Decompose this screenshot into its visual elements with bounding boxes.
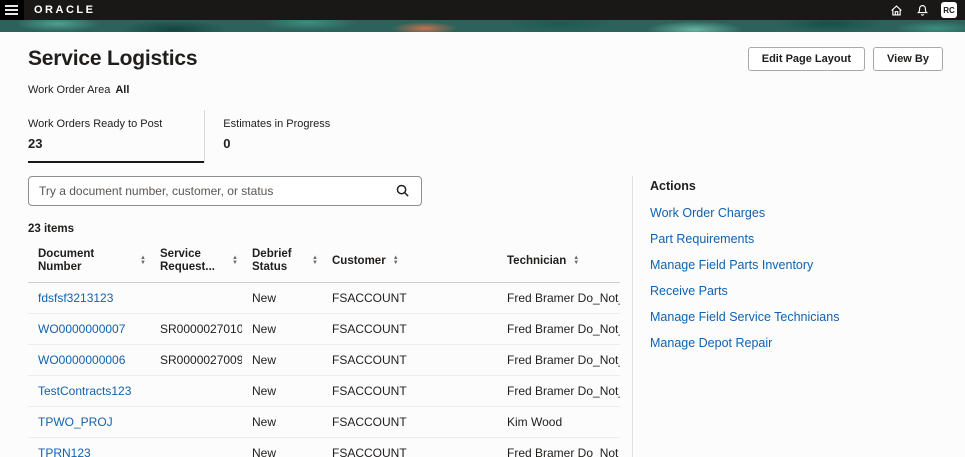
filter-label: Work Order Area: [28, 84, 111, 96]
page-title: Service Logistics: [28, 47, 198, 70]
cell-debrief_status: New: [252, 353, 277, 368]
work-order-area-filter[interactable]: Work Order Area All: [28, 84, 129, 96]
cell-document_number[interactable]: fdsfsf3213123: [28, 291, 150, 305]
search-input[interactable]: [39, 184, 395, 198]
sort-icon[interactable]: ▲ ▼: [140, 255, 146, 266]
tab-value: 23: [28, 136, 43, 151]
table-row: WO0000000007 SR0000027010 New FSACCOUNT Fred…: [28, 314, 620, 346]
column-header-label: Service Request...: [160, 248, 215, 274]
column-header-debrief_status[interactable]: Debrief Status ▲ ▼: [242, 248, 322, 274]
actions-list: Work Order Charges Part Requirements Manag…: [650, 206, 839, 362]
action-link[interactable]: Part Requirements: [650, 232, 839, 246]
cell-customer: FSACCOUNT: [332, 322, 407, 337]
cell-technician: Fred Bramer Do_Not_Use: [507, 291, 620, 306]
home-icon[interactable]: [889, 3, 903, 17]
table-row: TPWO_PROJ New FSACCOUNT Kim Wood: [28, 407, 620, 439]
sort-icon[interactable]: ▲ ▼: [393, 255, 399, 266]
search-box: [28, 176, 422, 206]
hamburger-menu-icon[interactable]: [0, 0, 24, 20]
column-header-label: Customer: [332, 254, 386, 267]
view-by-button[interactable]: View By: [873, 47, 943, 71]
work-orders-panel: 23 items Document Number▲▼Service Reques…: [28, 176, 633, 457]
sort-icon[interactable]: ▲ ▼: [232, 255, 238, 266]
cell-service_request: SR0000027010: [160, 322, 242, 337]
column-header-label: Debrief Status: [252, 248, 292, 274]
user-avatar[interactable]: RC: [941, 2, 957, 18]
top-bar: ORACLE RC: [0, 0, 965, 20]
cell-customer: FSACCOUNT: [332, 384, 407, 399]
cell-document_number[interactable]: WO0000000006: [28, 353, 150, 367]
cell-customer: FSACCOUNT: [332, 353, 407, 368]
work-orders-table: Document Number ▲ ▼ Service Request... ▲ ▼ Deb…: [28, 244, 620, 457]
action-link[interactable]: Manage Field Parts Inventory: [650, 258, 839, 272]
cell-technician: Fred Bramer Do_Not_Use: [507, 322, 620, 337]
column-header-label: Technician: [507, 254, 567, 267]
cell-customer: FSACCOUNT: [332, 415, 407, 430]
column-header-service_request[interactable]: Service Request... ▲ ▼: [150, 248, 242, 274]
tab-label: Estimates in Progress: [223, 118, 331, 130]
cell-document_number[interactable]: WO0000000007: [28, 322, 150, 336]
cell-technician: Kim Wood: [507, 415, 563, 430]
column-header-customer[interactable]: Customer ▲ ▼: [322, 248, 497, 274]
cell-document_number[interactable]: TestContracts123: [28, 384, 150, 398]
cell-debrief_status: New: [252, 446, 277, 457]
sort-icon[interactable]: ▲ ▼: [573, 255, 579, 266]
table-body: fdsfsf3213123 New FSACCOUNT Fred Bramer Do_…: [28, 283, 620, 457]
cell-technician: Fred Bramer Do_Not_Use: [507, 446, 620, 457]
cell-technician: Fred Bramer Do_Not_Use: [507, 384, 620, 399]
filter-value: All: [115, 84, 130, 96]
table-header-row: Document Number ▲ ▼ Service Request... ▲ ▼ Deb…: [28, 244, 620, 284]
tab-estimates-in-progress[interactable]: Estimates in Progress 0: [204, 110, 350, 163]
oracle-logo: ORACLE: [34, 4, 96, 16]
tab-work-orders-ready-to-post[interactable]: Work Orders Ready to Post 23: [28, 110, 205, 163]
table-row: TPRN123 New FSACCOUNT Fred Bramer Do_Not_Us…: [28, 438, 620, 457]
table-row: WO0000000006 SR0000027009 New FSACCOUNT Fred…: [28, 345, 620, 377]
action-link[interactable]: Work Order Charges: [650, 206, 839, 220]
cell-technician: Fred Bramer Do_Not_Use: [507, 353, 620, 368]
actions-panel: Actions Work Order Charges Part Requireme…: [633, 176, 839, 457]
column-header-document_number[interactable]: Document Number ▲ ▼: [28, 248, 150, 274]
table-row: TestContracts123 New FSACCOUNT Fred Bramer …: [28, 376, 620, 408]
column-header-label: Document Number: [38, 248, 95, 274]
cell-service_request: SR0000027009: [160, 353, 242, 368]
tab-label: Work Orders Ready to Post: [28, 118, 163, 130]
cell-customer: FSACCOUNT: [332, 291, 407, 306]
cell-debrief_status: New: [252, 291, 277, 306]
search-icon[interactable]: [395, 183, 411, 199]
redwood-decorative-banner: [0, 20, 965, 32]
tab-value: 0: [223, 136, 231, 151]
cell-document_number[interactable]: TPWO_PROJ: [28, 415, 150, 429]
column-header-technician[interactable]: Technician ▲ ▼: [497, 248, 620, 274]
notifications-bell-icon[interactable]: [915, 3, 929, 17]
infolet-tabs: Work Orders Ready to Post 23 Estimates i…: [28, 110, 943, 163]
cell-debrief_status: New: [252, 384, 277, 399]
action-link[interactable]: Manage Depot Repair: [650, 336, 839, 350]
cell-document_number[interactable]: TPRN123: [28, 446, 150, 457]
sort-icon[interactable]: ▲ ▼: [312, 255, 318, 266]
cell-debrief_status: New: [252, 322, 277, 337]
actions-title: Actions: [650, 179, 696, 193]
table-row: fdsfsf3213123 New FSACCOUNT Fred Bramer Do_…: [28, 283, 620, 315]
action-link[interactable]: Receive Parts: [650, 284, 839, 298]
edit-page-layout-button[interactable]: Edit Page Layout: [747, 47, 865, 71]
action-link[interactable]: Manage Field Service Technicians: [650, 310, 839, 324]
cell-customer: FSACCOUNT: [332, 446, 407, 457]
cell-debrief_status: New: [252, 415, 277, 430]
items-count: 23 items: [28, 223, 75, 235]
